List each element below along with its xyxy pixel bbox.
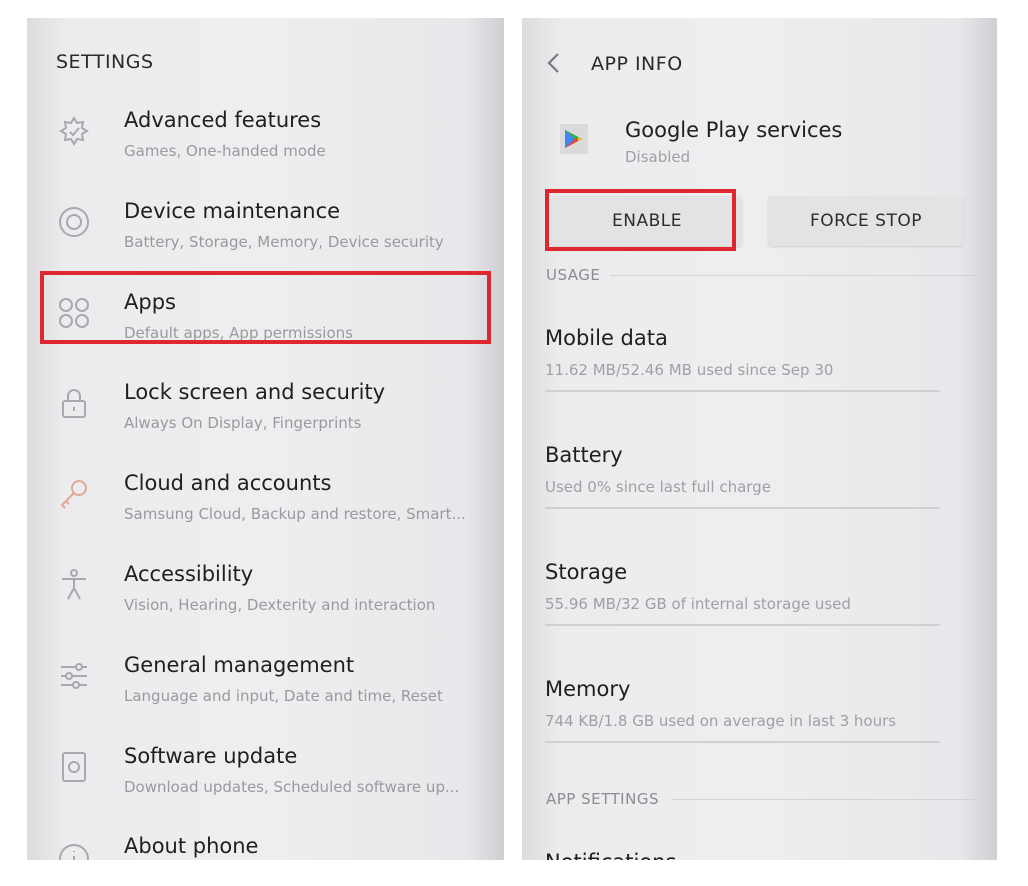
- app-name: Google Play services: [625, 118, 843, 142]
- item-title: General management: [124, 653, 355, 677]
- item-subtitle: Always On Display, Fingerprints: [124, 414, 362, 432]
- settings-screen: SETTINGS Advanced features Games, One-ha…: [27, 18, 504, 860]
- row-divider: [545, 741, 940, 743]
- force-stop-button[interactable]: FORCE STOP: [768, 196, 964, 246]
- apps-highlight-box: [40, 271, 491, 344]
- row-title: Battery: [545, 443, 623, 467]
- settings-item-advanced-features[interactable]: Advanced features Games, One-handed mode: [27, 98, 504, 186]
- row-divider: [545, 390, 940, 392]
- row-title: Mobile data: [545, 326, 668, 350]
- google-play-logo-icon: [556, 118, 592, 158]
- item-subtitle: Samsung Cloud, Backup and restore, Smart…: [124, 505, 466, 523]
- enable-highlight-box: [545, 189, 736, 251]
- lock-icon: [57, 386, 91, 420]
- item-title: Software update: [124, 744, 298, 768]
- settings-item-lock-screen[interactable]: Lock screen and security Always On Displ…: [27, 370, 504, 458]
- advanced-features-icon: [57, 114, 91, 148]
- row-subtitle: 55.96 MB/32 GB of internal storage used: [545, 595, 851, 613]
- row-divider: [545, 507, 940, 509]
- usage-divider: [610, 275, 975, 276]
- sliders-icon: [57, 659, 91, 693]
- device-maintenance-icon: [57, 205, 91, 239]
- item-subtitle: Download updates, Scheduled software up.…: [124, 778, 460, 796]
- battery-row[interactable]: Battery Used 0% since last full charge: [545, 443, 945, 543]
- settings-item-software-update[interactable]: Software update Download updates, Schedu…: [27, 734, 504, 822]
- app-settings-header: APP SETTINGS: [546, 790, 659, 808]
- row-divider: [545, 624, 940, 626]
- software-update-icon: [57, 750, 91, 784]
- settings-title: SETTINGS: [56, 51, 154, 73]
- notifications-row-cutoff[interactable]: Notifications: [545, 850, 676, 860]
- back-arrow-icon[interactable]: [542, 50, 568, 76]
- item-title: Device maintenance: [124, 199, 341, 223]
- accessibility-icon: [57, 568, 91, 602]
- app-settings-divider: [672, 799, 975, 800]
- settings-item-about-phone[interactable]: About phone: [27, 824, 504, 860]
- settings-item-cloud-accounts[interactable]: Cloud and accounts Samsung Cloud, Backup…: [27, 461, 504, 549]
- app-info-screen: APP INFO Google Play services Disabled E…: [522, 18, 997, 860]
- row-title: Memory: [545, 677, 631, 701]
- storage-row[interactable]: Storage 55.96 MB/32 GB of internal stora…: [545, 560, 945, 660]
- item-subtitle: Language and input, Date and time, Reset: [124, 687, 443, 705]
- item-subtitle: Games, One-handed mode: [124, 142, 326, 160]
- settings-item-device-maintenance[interactable]: Device maintenance Battery, Storage, Mem…: [27, 189, 504, 277]
- memory-row[interactable]: Memory 744 KB/1.8 GB used on average in …: [545, 677, 945, 777]
- usage-header: USAGE: [546, 266, 601, 284]
- item-title: Advanced features: [124, 108, 322, 132]
- row-subtitle: 744 KB/1.8 GB used on average in last 3 …: [545, 712, 897, 730]
- info-icon: [57, 842, 91, 860]
- item-title: About phone: [124, 834, 259, 858]
- settings-item-accessibility[interactable]: Accessibility Vision, Hearing, Dexterity…: [27, 552, 504, 640]
- item-title: Accessibility: [124, 562, 254, 586]
- item-title: Lock screen and security: [124, 380, 386, 404]
- row-subtitle: Used 0% since last full charge: [545, 478, 771, 496]
- key-icon: [57, 477, 91, 511]
- app-status: Disabled: [625, 148, 691, 166]
- row-subtitle: 11.62 MB/52.46 MB used since Sep 30: [545, 361, 834, 379]
- item-subtitle: Vision, Hearing, Dexterity and interacti…: [124, 596, 436, 614]
- settings-item-general-management[interactable]: General management Language and input, D…: [27, 643, 504, 731]
- row-title: Storage: [545, 560, 628, 584]
- item-subtitle: Battery, Storage, Memory, Device securit…: [124, 233, 444, 251]
- mobile-data-row[interactable]: Mobile data 11.62 MB/52.46 MB used since…: [545, 326, 945, 426]
- item-title: Cloud and accounts: [124, 471, 332, 495]
- app-info-title: APP INFO: [591, 53, 683, 75]
